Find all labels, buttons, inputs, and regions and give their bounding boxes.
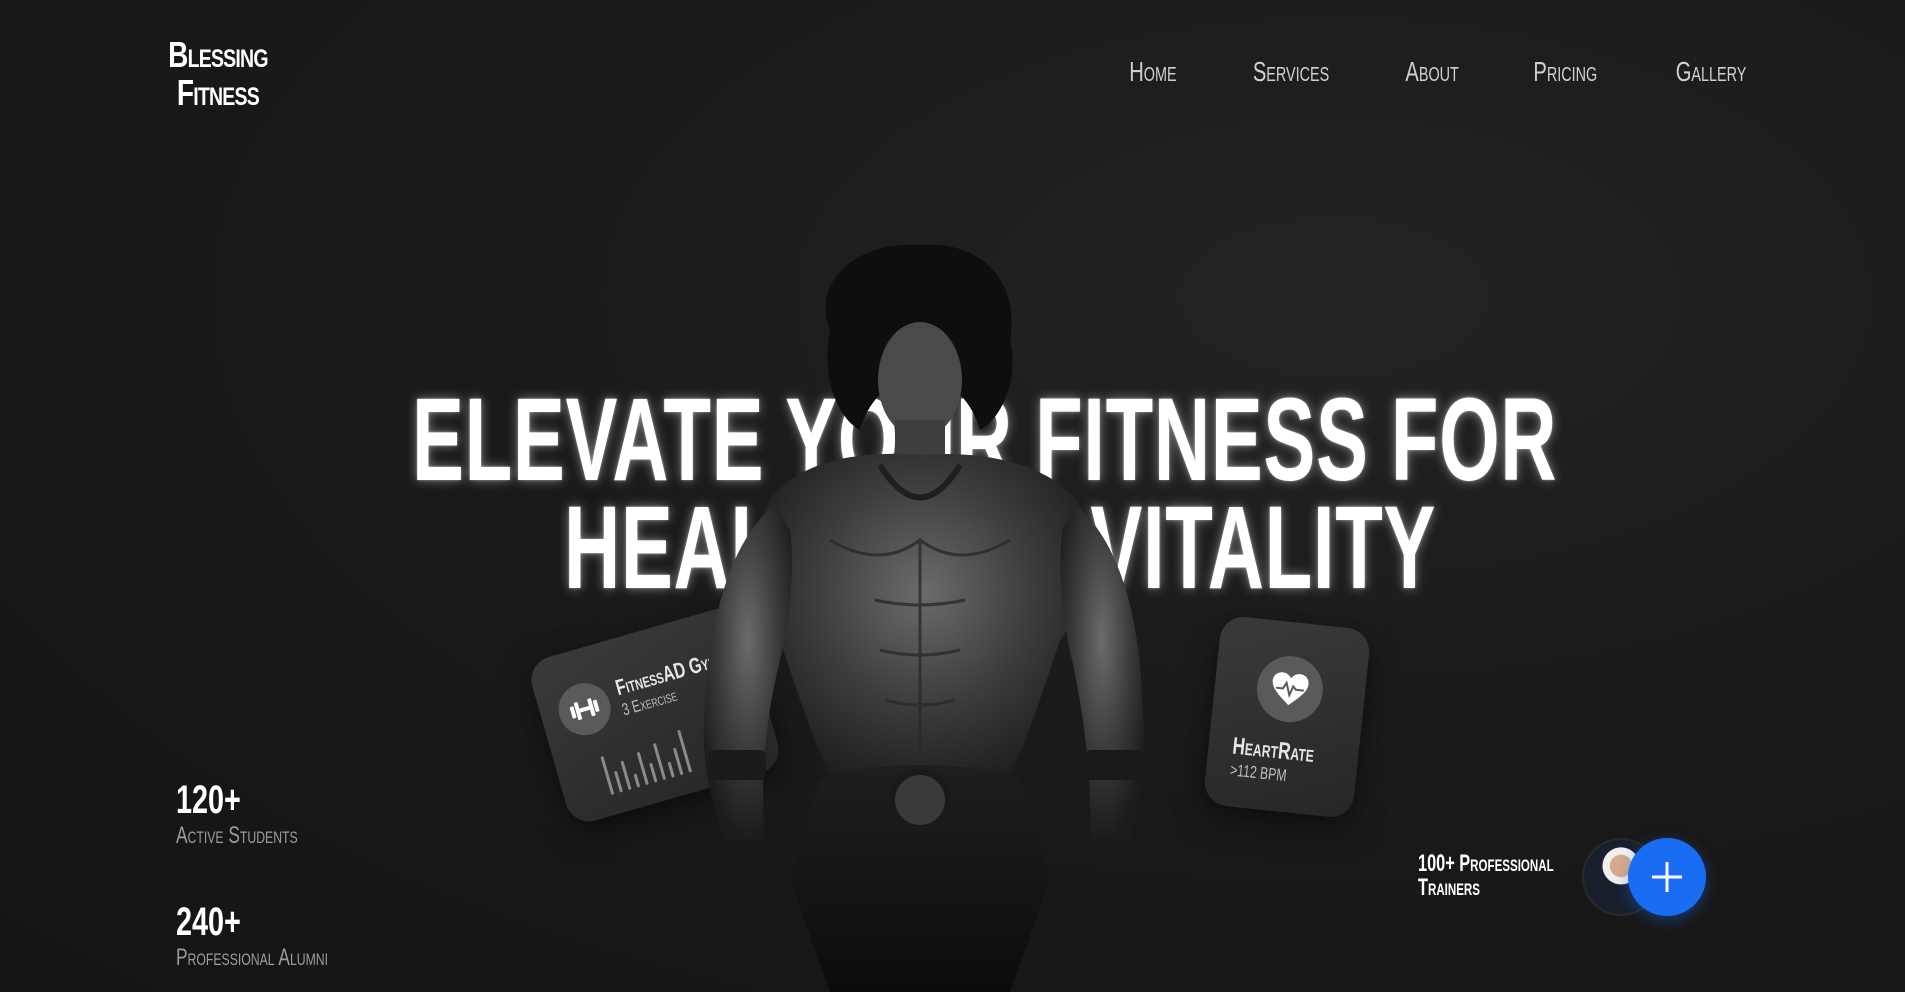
nav-pricing[interactable]: Pricing bbox=[1534, 56, 1598, 90]
stat-active-students: 120+ Active Students bbox=[176, 778, 345, 850]
stat-value: 240+ bbox=[176, 900, 241, 944]
nav-services[interactable]: Services bbox=[1252, 56, 1328, 90]
stat-professional-alumni: 240+ Professional Alumni bbox=[176, 900, 387, 972]
trainers-line-1: 100+ Professional bbox=[1418, 850, 1554, 877]
nav-gallery[interactable]: Gallery bbox=[1676, 56, 1747, 90]
add-trainer-button[interactable] bbox=[1628, 838, 1706, 916]
nav-about[interactable]: About bbox=[1406, 56, 1459, 90]
main-nav: Home Services About Pricing Gallery bbox=[1120, 56, 1760, 90]
trainers-line-2: Trainers bbox=[1418, 874, 1480, 901]
heart-pulse-icon bbox=[1253, 652, 1327, 726]
dumbbell-icon bbox=[552, 677, 617, 742]
brand-line-2: Fitness bbox=[176, 72, 260, 113]
landing-page: Blessing Fitness Home Services About Pri… bbox=[0, 0, 1905, 992]
trainers-label: 100+ Professional Trainers bbox=[1418, 852, 1554, 900]
nav-home[interactable]: Home bbox=[1129, 56, 1176, 90]
brand-logo[interactable]: Blessing Fitness bbox=[168, 36, 268, 112]
hero-athlete-image bbox=[703, 244, 1145, 992]
brand-line-1: Blessing bbox=[168, 34, 268, 75]
stat-label: Professional Alumni bbox=[176, 944, 329, 971]
stat-label: Active Students bbox=[176, 822, 298, 849]
plus-icon bbox=[1652, 862, 1682, 892]
stat-value: 120+ bbox=[176, 778, 241, 822]
